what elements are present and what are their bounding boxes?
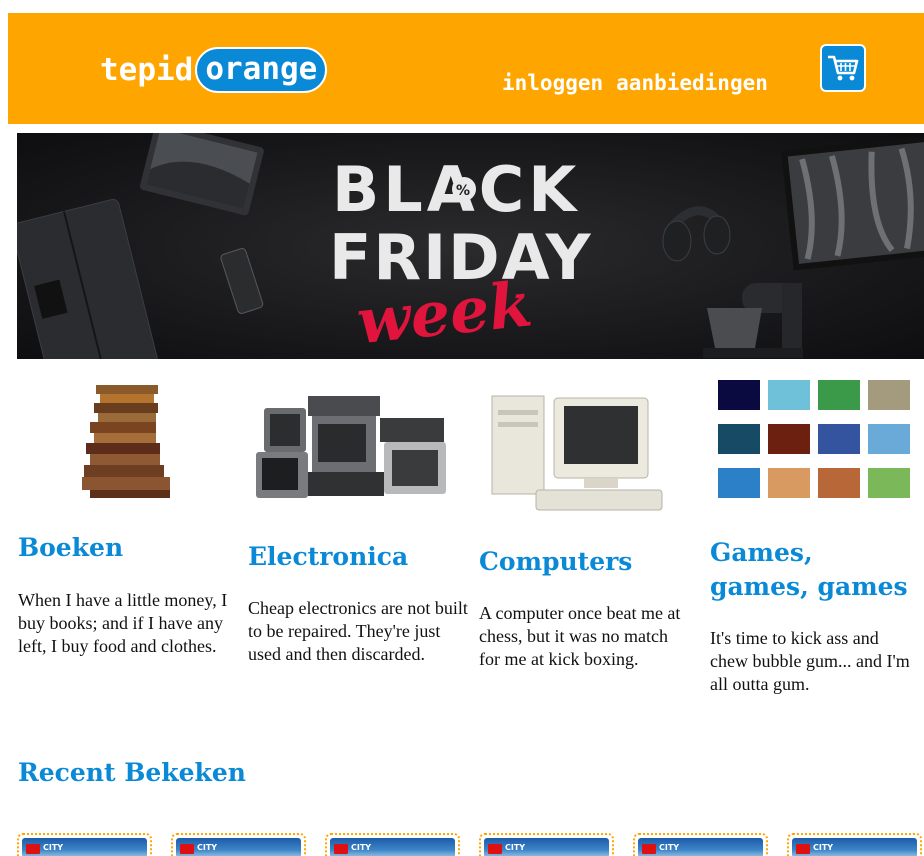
lego-logo-icon	[26, 844, 40, 854]
headphones-image	[662, 206, 731, 262]
logo-text-left: tepid	[100, 52, 194, 88]
fridge-image	[17, 198, 161, 359]
lego-logo-icon	[180, 844, 194, 854]
thumb-label: CITY	[43, 843, 64, 852]
category-text-games: It's time to kick ass and chew bubble gu…	[710, 628, 910, 694]
category-title-computers[interactable]: Computers	[479, 545, 701, 579]
tv-image	[781, 135, 924, 271]
shopping-cart-icon	[828, 55, 859, 81]
games-grid-image[interactable]	[716, 380, 914, 510]
lego-logo-icon	[796, 844, 810, 854]
recent-item[interactable]: CITY	[479, 833, 614, 856]
category-title-games[interactable]: Games, games, games	[710, 536, 920, 604]
svg-text:%: %	[456, 183, 470, 199]
thumb-label: CITY	[505, 843, 526, 852]
laptop-image	[139, 133, 264, 216]
lego-logo-icon	[334, 844, 348, 854]
site-header: tepid orange inloggen aanbiedingen	[8, 13, 924, 124]
category-text-electronics: Cheap electronics are not built to be re…	[248, 598, 468, 664]
thumb-label: CITY	[659, 843, 680, 852]
recent-item[interactable]: CITY	[171, 833, 306, 856]
computer-image[interactable]	[488, 392, 668, 514]
thumb-label: CITY	[813, 843, 834, 852]
nav-login-link[interactable]: inloggen	[502, 71, 603, 95]
recent-item[interactable]: CITY	[17, 833, 152, 856]
category-title-books[interactable]: Boeken	[18, 531, 240, 565]
category-text-computers: A computer once beat me at chess, but it…	[479, 603, 681, 669]
mixer-image	[703, 283, 803, 358]
thumb-label: CITY	[197, 843, 218, 852]
recent-item[interactable]: CITY	[325, 833, 460, 856]
cart-button[interactable]	[820, 44, 866, 92]
main-nav: inloggen aanbiedingen	[502, 71, 768, 95]
category-title-electronics[interactable]: Electronica	[248, 540, 470, 574]
recent-item[interactable]: CITY	[787, 833, 922, 856]
category-text-books: When I have a little money, I buy books;…	[18, 590, 228, 656]
site-logo[interactable]: tepid orange	[100, 44, 328, 96]
logo-text-right: orange	[195, 47, 328, 93]
black-friday-banner[interactable]: BLACK FRIDAY week %	[17, 133, 924, 359]
recent-item[interactable]: CITY	[633, 833, 768, 856]
books-image[interactable]	[60, 382, 185, 502]
nav-offers-link[interactable]: aanbiedingen	[616, 71, 768, 95]
lego-logo-icon	[488, 844, 502, 854]
electronics-image[interactable]	[252, 388, 460, 506]
recent-viewed-title: Recent Bekeken	[18, 758, 246, 787]
phone-image	[220, 248, 264, 314]
lego-logo-icon	[642, 844, 656, 854]
thumb-label: CITY	[351, 843, 372, 852]
